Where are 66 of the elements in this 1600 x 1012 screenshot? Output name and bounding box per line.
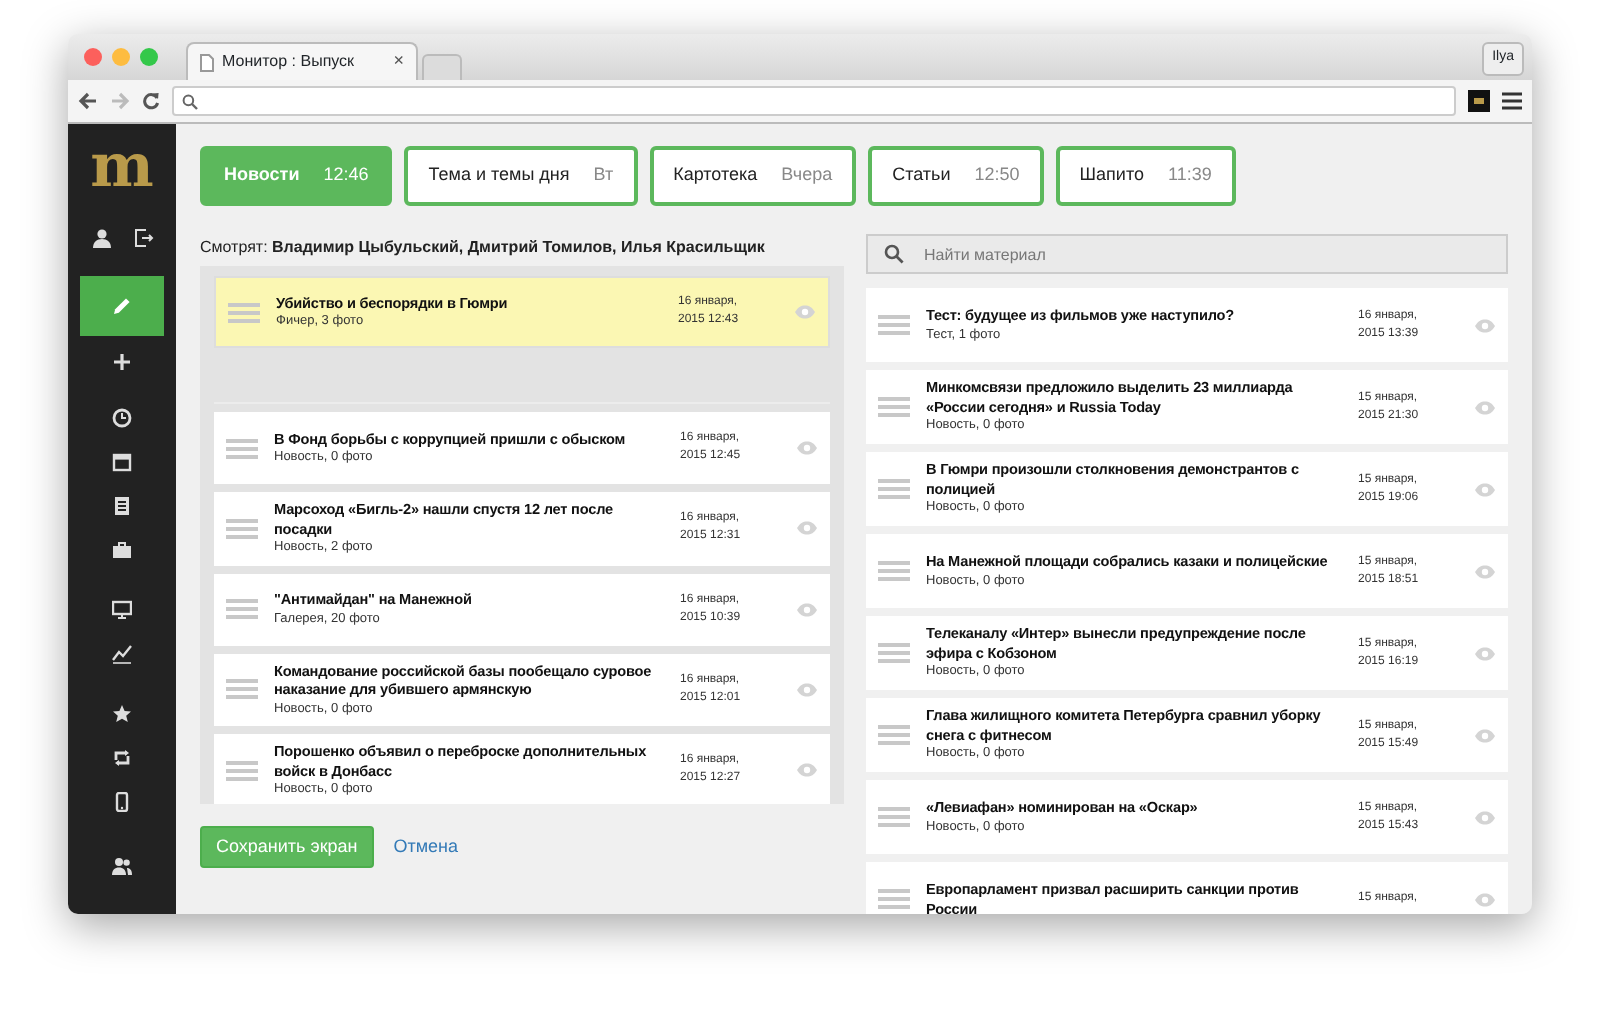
repost-icon [112,748,132,768]
line-chart-icon [112,644,132,664]
address-field[interactable] [172,86,1456,116]
screen-tab[interactable]: Картотека Вчера [649,146,857,206]
briefcase-icon [112,540,132,560]
drag-handle-icon[interactable] [878,396,910,418]
screen-tab[interactable]: Статьи 12:50 [868,146,1044,206]
eye-icon[interactable] [1474,481,1496,497]
drag-handle-icon[interactable] [878,478,910,500]
star-icon [112,704,132,724]
back-icon[interactable] [78,92,98,110]
logout-icon [133,228,153,248]
viewers-text: Смотрят: Владимир Цыбульский, Дмитрий Томилов, Илья Красильщик [200,236,767,260]
eye-icon[interactable] [1474,317,1496,333]
eye-icon[interactable] [796,762,818,779]
drag-handle-icon[interactable] [228,301,260,323]
calendar-icon [112,452,132,472]
monitor-icon [112,600,132,620]
eye-icon[interactable] [796,681,818,698]
page-icon [200,53,214,71]
drag-handle-icon[interactable] [878,888,910,910]
drag-handle-icon[interactable] [226,759,258,782]
drag-handle-icon[interactable] [878,724,910,746]
search-field[interactable]: Найти материал [866,234,1508,274]
screen-tab[interactable]: Шапито 11:39 [1055,146,1236,206]
cancel-link[interactable]: Отмена [393,833,459,861]
user-icon [91,228,111,248]
new-tab-button[interactable] [422,54,462,80]
drag-handle-icon[interactable] [226,437,258,459]
zoom-icon[interactable] [140,48,158,66]
forward-icon[interactable] [110,92,130,110]
eye-icon[interactable] [1474,645,1496,661]
drag-handle-icon[interactable] [878,560,910,582]
eye-icon[interactable] [794,304,816,320]
phone-icon [112,792,132,812]
extension-icon[interactable] [1468,90,1490,112]
eye-icon[interactable] [796,520,818,537]
eye-icon[interactable] [1474,891,1496,907]
drag-handle-icon[interactable] [878,314,910,336]
screen-tab[interactable]: Тема и темы дня Вт [404,146,638,206]
tab-title: Монитор : Выпуск [222,50,357,74]
eye-icon[interactable] [1474,809,1496,825]
close-tab-button[interactable]: × [393,48,404,76]
search-icon [884,244,904,264]
drag-handle-icon[interactable] [226,598,258,620]
eye-icon[interactable] [796,601,818,617]
logo[interactable]: m [90,136,154,200]
users-icon [112,856,132,876]
close-icon[interactable] [84,48,102,66]
eye-icon[interactable] [1474,727,1496,743]
eye-icon[interactable] [1474,563,1496,579]
plus-icon [112,352,132,372]
eye-icon[interactable] [1474,399,1496,415]
drag-handle-icon[interactable] [878,642,910,664]
menu-icon[interactable] [1502,92,1522,110]
reload-icon[interactable] [142,92,160,110]
browser-tab[interactable]: Монитор : Выпуск × [186,42,418,80]
clock-icon [112,408,132,428]
drag-handle-icon[interactable] [878,806,910,828]
eye-icon[interactable] [796,440,818,456]
search-icon [182,93,198,109]
minimize-icon[interactable] [112,48,130,66]
drag-handle-icon[interactable] [226,517,258,540]
document-icon [112,496,132,516]
pencil-icon [112,296,132,316]
drag-handle-icon[interactable] [226,678,258,701]
